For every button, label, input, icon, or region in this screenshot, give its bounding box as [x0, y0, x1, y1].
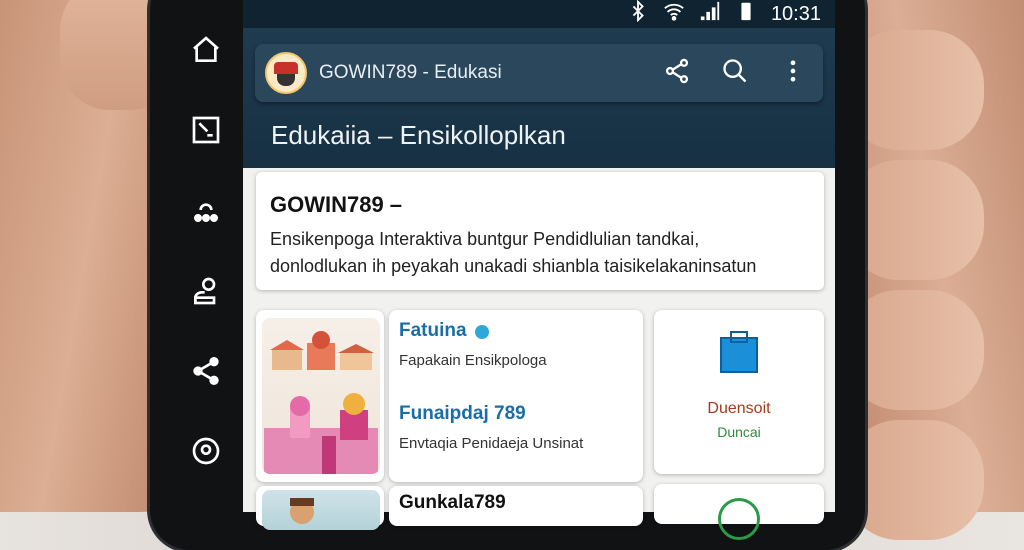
window-icon[interactable]	[186, 110, 226, 149]
document-card[interactable]: Duensoit Duncai	[654, 310, 824, 474]
category-item[interactable]: Fatuina Fapakain Ensikpologa	[399, 320, 633, 369]
palace-image	[262, 318, 380, 474]
intro-line-1: Ensikenpoga Interaktiva buntgur Pendidlu…	[270, 229, 700, 249]
verified-icon	[475, 324, 490, 339]
right-finger	[844, 420, 984, 540]
share-icon[interactable]	[663, 57, 691, 90]
category-card-list[interactable]: Fatuina Fapakain Ensikpologa Funaipdaj 7…	[389, 310, 643, 482]
intro-card[interactable]: GOWIN789 – Ensikenpoga Interaktiva buntg…	[256, 172, 824, 290]
more-vert-icon[interactable]	[779, 57, 807, 90]
section-title: Edukaiia – Ensikolloplkan	[271, 120, 566, 150]
intro-title: GOWIN789 –	[270, 192, 403, 217]
signal-icon	[699, 0, 721, 28]
partial-card[interactable]	[654, 484, 824, 540]
share-icon[interactable]	[186, 351, 226, 390]
category-item[interactable]: Funaipdaj 789 Envtaqia Penidaeja Unsinat	[399, 403, 633, 452]
app-toolbar: GOWIN789 - Edukasi	[255, 44, 823, 102]
battery-icon	[735, 0, 757, 28]
document-subtitle: Duncai	[717, 424, 761, 440]
right-finger	[844, 30, 984, 150]
account-icon[interactable]	[186, 271, 226, 310]
status-time: 10:31	[770, 2, 821, 25]
home-icon[interactable]	[186, 30, 226, 69]
search-icon[interactable]	[721, 57, 749, 90]
bluetooth-icon	[627, 0, 649, 28]
status-bar: 10:31	[243, 0, 835, 28]
category-card[interactable]: Gunkala789	[389, 486, 643, 526]
category-title: Funaipdaj 789	[399, 403, 526, 424]
side-navigation	[170, 30, 242, 512]
category-title: Fatuina	[399, 320, 467, 341]
app-title: GOWIN789 - Edukasi	[319, 62, 502, 83]
wifi-icon	[663, 0, 685, 28]
location-icon[interactable]	[186, 432, 226, 471]
right-finger	[844, 290, 984, 410]
document-title: Duensoit	[707, 400, 771, 417]
document-icon	[719, 330, 759, 374]
app-header: GOWIN789 - Edukasi Edukaiia – Ensikollop…	[243, 28, 835, 168]
intro-text: Ensikenpoga Interaktiva buntgur Pendidlu…	[270, 226, 810, 280]
category-subtitle: Envtaqia Penidaeja Unsinat	[399, 435, 584, 452]
circle-icon	[718, 498, 760, 540]
thumbnail-image	[262, 490, 380, 530]
category-title: Gunkala789	[399, 492, 506, 513]
person-icon[interactable]	[186, 191, 226, 230]
right-finger	[844, 160, 984, 280]
category-subtitle: Fapakain Ensikpologa	[399, 352, 547, 369]
intro-line-2: donlodlukan ih peyakah unakadi shianbla …	[270, 256, 757, 276]
app-logo[interactable]	[265, 52, 307, 94]
